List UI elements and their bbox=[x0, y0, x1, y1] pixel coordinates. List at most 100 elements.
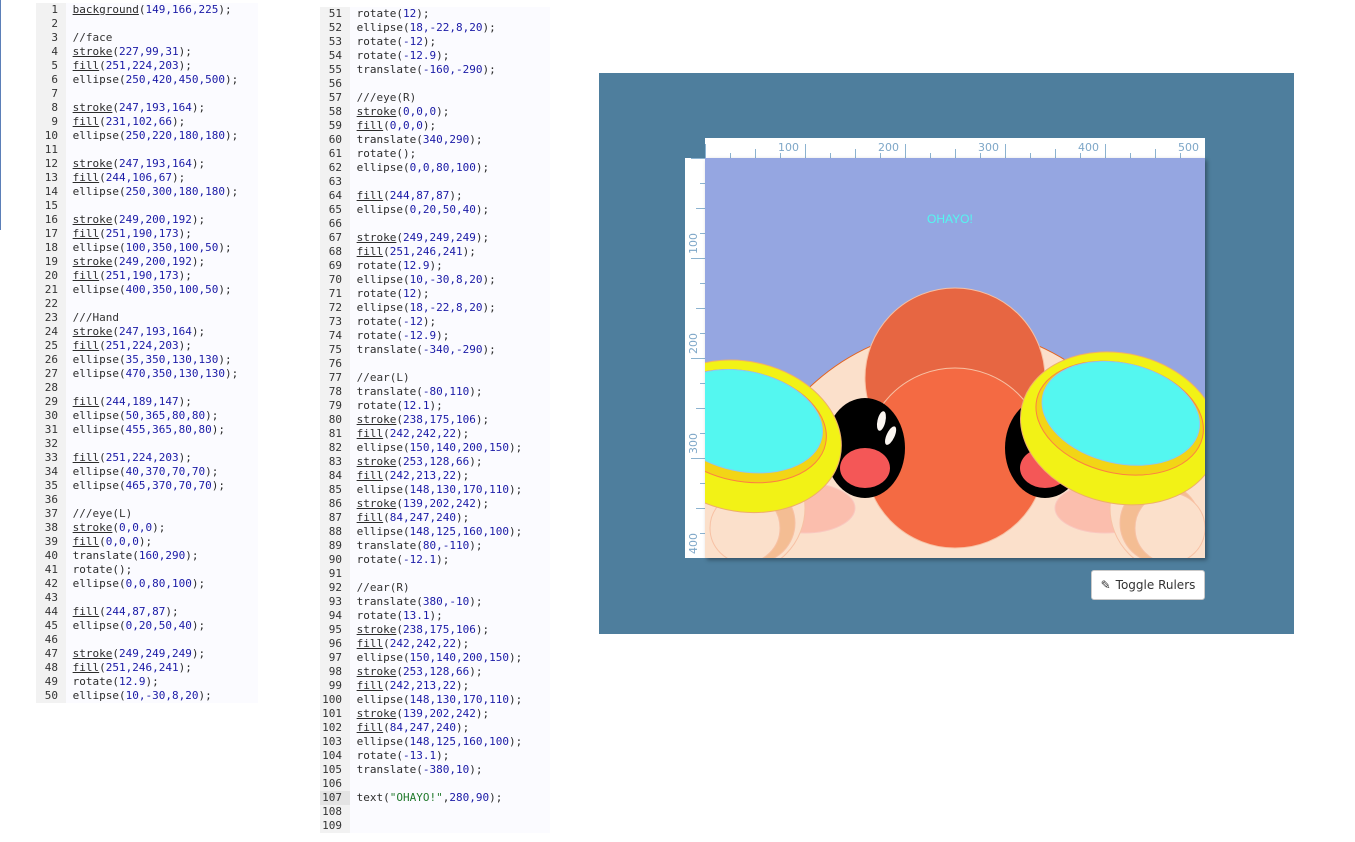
code-line[interactable]: 31 ellipse(455,365,80,80); bbox=[36, 423, 258, 437]
code-line[interactable]: 91 bbox=[320, 567, 550, 581]
code-line[interactable]: 12 stroke(247,193,164); bbox=[36, 157, 258, 171]
code-line[interactable]: 67 stroke(249,249,249); bbox=[320, 231, 550, 245]
code-line[interactable]: 70 ellipse(10,-30,8,20); bbox=[320, 273, 550, 287]
code-line[interactable]: 47 stroke(249,249,249); bbox=[36, 647, 258, 661]
code-line[interactable]: 29 fill(244,189,147); bbox=[36, 395, 258, 409]
code-line[interactable]: 16 stroke(249,200,192); bbox=[36, 213, 258, 227]
code-line[interactable]: 96 fill(242,242,22); bbox=[320, 637, 550, 651]
code-line[interactable]: 30 ellipse(50,365,80,80); bbox=[36, 409, 258, 423]
code-line[interactable]: 77 //ear(L) bbox=[320, 371, 550, 385]
code-line[interactable]: 99 fill(242,213,22); bbox=[320, 679, 550, 693]
code-line[interactable]: 22 bbox=[36, 297, 258, 311]
code-line[interactable]: 97 ellipse(150,140,200,150); bbox=[320, 651, 550, 665]
code-line[interactable]: 37 ///eye(L) bbox=[36, 507, 258, 521]
code-line[interactable]: 81 fill(242,242,22); bbox=[320, 427, 550, 441]
code-line[interactable]: 69 rotate(12.9); bbox=[320, 259, 550, 273]
code-line[interactable]: 102 fill(84,247,240); bbox=[320, 721, 550, 735]
code-line[interactable]: 34 ellipse(40,370,70,70); bbox=[36, 465, 258, 479]
code-line[interactable]: 7 bbox=[36, 87, 258, 101]
code-line[interactable]: 41 rotate(); bbox=[36, 563, 258, 577]
code-line[interactable]: 18 ellipse(100,350,100,50); bbox=[36, 241, 258, 255]
code-line[interactable]: 26 ellipse(35,350,130,130); bbox=[36, 353, 258, 367]
code-line[interactable]: 94 rotate(13.1); bbox=[320, 609, 550, 623]
code-line[interactable]: 107 text("OHAYO!",280,90); bbox=[320, 791, 550, 805]
code-line[interactable]: 24 stroke(247,193,164); bbox=[36, 325, 258, 339]
code-line[interactable]: 78 translate(-80,110); bbox=[320, 385, 550, 399]
code-line[interactable]: 75 translate(-340,-290); bbox=[320, 343, 550, 357]
code-line[interactable]: 5 fill(251,224,203); bbox=[36, 59, 258, 73]
code-line[interactable]: 89 translate(80,-110); bbox=[320, 539, 550, 553]
code-line[interactable]: 50 ellipse(10,-30,8,20); bbox=[36, 689, 258, 703]
code-line[interactable]: 4 stroke(227,99,31); bbox=[36, 45, 258, 59]
code-line[interactable]: 36 bbox=[36, 493, 258, 507]
code-line[interactable]: 87 fill(84,247,240); bbox=[320, 511, 550, 525]
code-line[interactable]: 65 ellipse(0,20,50,40); bbox=[320, 203, 550, 217]
code-line[interactable]: 101 stroke(139,202,242); bbox=[320, 707, 550, 721]
code-line[interactable]: 88 ellipse(148,125,160,100); bbox=[320, 525, 550, 539]
code-line[interactable]: 60 translate(340,290); bbox=[320, 133, 550, 147]
code-line[interactable]: 38 stroke(0,0,0); bbox=[36, 521, 258, 535]
code-line[interactable]: 73 rotate(-12); bbox=[320, 315, 550, 329]
code-line[interactable]: 3 //face bbox=[36, 31, 258, 45]
code-line[interactable]: 2 bbox=[36, 17, 258, 31]
code-line[interactable]: 10 ellipse(250,220,180,180); bbox=[36, 129, 258, 143]
code-line[interactable]: 98 stroke(253,128,66); bbox=[320, 665, 550, 679]
code-line[interactable]: 21 ellipse(400,350,100,50); bbox=[36, 283, 258, 297]
code-line[interactable]: 64 fill(244,87,87); bbox=[320, 189, 550, 203]
code-line[interactable]: 61 rotate(); bbox=[320, 147, 550, 161]
code-line[interactable]: 95 stroke(238,175,106); bbox=[320, 623, 550, 637]
code-line[interactable]: 71 rotate(12); bbox=[320, 287, 550, 301]
code-line[interactable]: 1 background(149,166,225); bbox=[36, 3, 258, 17]
code-line[interactable]: 8 stroke(247,193,164); bbox=[36, 101, 258, 115]
code-line[interactable]: 72 ellipse(18,-22,8,20); bbox=[320, 301, 550, 315]
code-line[interactable]: 57 ///eye(R) bbox=[320, 91, 550, 105]
code-line[interactable]: 106 bbox=[320, 777, 550, 791]
code-line[interactable]: 9 fill(231,102,66); bbox=[36, 115, 258, 129]
code-line[interactable]: 90 rotate(-12.1); bbox=[320, 553, 550, 567]
code-line[interactable]: 52 ellipse(18,-22,8,20); bbox=[320, 21, 550, 35]
code-line[interactable]: 20 fill(251,190,173); bbox=[36, 269, 258, 283]
code-line[interactable]: 92 //ear(R) bbox=[320, 581, 550, 595]
code-line[interactable]: 17 fill(251,190,173); bbox=[36, 227, 258, 241]
code-line[interactable]: 35 ellipse(465,370,70,70); bbox=[36, 479, 258, 493]
code-line[interactable]: 79 rotate(12.1); bbox=[320, 399, 550, 413]
code-line[interactable]: 14 ellipse(250,300,180,180); bbox=[36, 185, 258, 199]
code-line[interactable]: 15 bbox=[36, 199, 258, 213]
code-line[interactable]: 68 fill(251,246,241); bbox=[320, 245, 550, 259]
code-line[interactable]: 44 fill(244,87,87); bbox=[36, 605, 258, 619]
code-line[interactable]: 43 bbox=[36, 591, 258, 605]
code-line[interactable]: 100 ellipse(148,130,170,110); bbox=[320, 693, 550, 707]
code-line[interactable]: 32 bbox=[36, 437, 258, 451]
code-line[interactable]: 108 bbox=[320, 805, 550, 819]
code-line[interactable]: 42 ellipse(0,0,80,100); bbox=[36, 577, 258, 591]
code-line[interactable]: 56 bbox=[320, 77, 550, 91]
code-line[interactable]: 83 stroke(253,128,66); bbox=[320, 455, 550, 469]
code-line[interactable]: 82 ellipse(150,140,200,150); bbox=[320, 441, 550, 455]
code-line[interactable]: 103 ellipse(148,125,160,100); bbox=[320, 735, 550, 749]
code-line[interactable]: 11 bbox=[36, 143, 258, 157]
code-line[interactable]: 85 ellipse(148,130,170,110); bbox=[320, 483, 550, 497]
code-line[interactable]: 80 stroke(238,175,106); bbox=[320, 413, 550, 427]
code-line[interactable]: 109 bbox=[320, 819, 550, 833]
code-line[interactable]: 74 rotate(-12.9); bbox=[320, 329, 550, 343]
drawing-canvas[interactable]: OHAYO! bbox=[705, 158, 1205, 558]
code-line[interactable]: 55 translate(-160,-290); bbox=[320, 63, 550, 77]
code-line[interactable]: 86 stroke(139,202,242); bbox=[320, 497, 550, 511]
code-line[interactable]: 28 bbox=[36, 381, 258, 395]
code-line[interactable]: 39 fill(0,0,0); bbox=[36, 535, 258, 549]
code-line[interactable]: 54 rotate(-12.9); bbox=[320, 49, 550, 63]
code-line[interactable]: 23 ///Hand bbox=[36, 311, 258, 325]
code-line[interactable]: 6 ellipse(250,420,450,500); bbox=[36, 73, 258, 87]
code-line[interactable]: 49 rotate(12.9); bbox=[36, 675, 258, 689]
code-line[interactable]: 51 rotate(12); bbox=[320, 7, 550, 21]
code-editor-column-2[interactable]: 51 rotate(12); 52 ellipse(18,-22,8,20); 53… bbox=[320, 7, 550, 833]
code-line[interactable]: 45 ellipse(0,20,50,40); bbox=[36, 619, 258, 633]
code-line[interactable]: 76 bbox=[320, 357, 550, 371]
toggle-rulers-button[interactable]: ✎ Toggle Rulers bbox=[1091, 570, 1205, 600]
code-line[interactable]: 48 fill(251,246,241); bbox=[36, 661, 258, 675]
code-line[interactable]: 59 fill(0,0,0); bbox=[320, 119, 550, 133]
code-line[interactable]: 46 bbox=[36, 633, 258, 647]
code-line[interactable]: 13 fill(244,106,67); bbox=[36, 171, 258, 185]
code-line[interactable]: 62 ellipse(0,0,80,100); bbox=[320, 161, 550, 175]
code-line[interactable]: 33 fill(251,224,203); bbox=[36, 451, 258, 465]
